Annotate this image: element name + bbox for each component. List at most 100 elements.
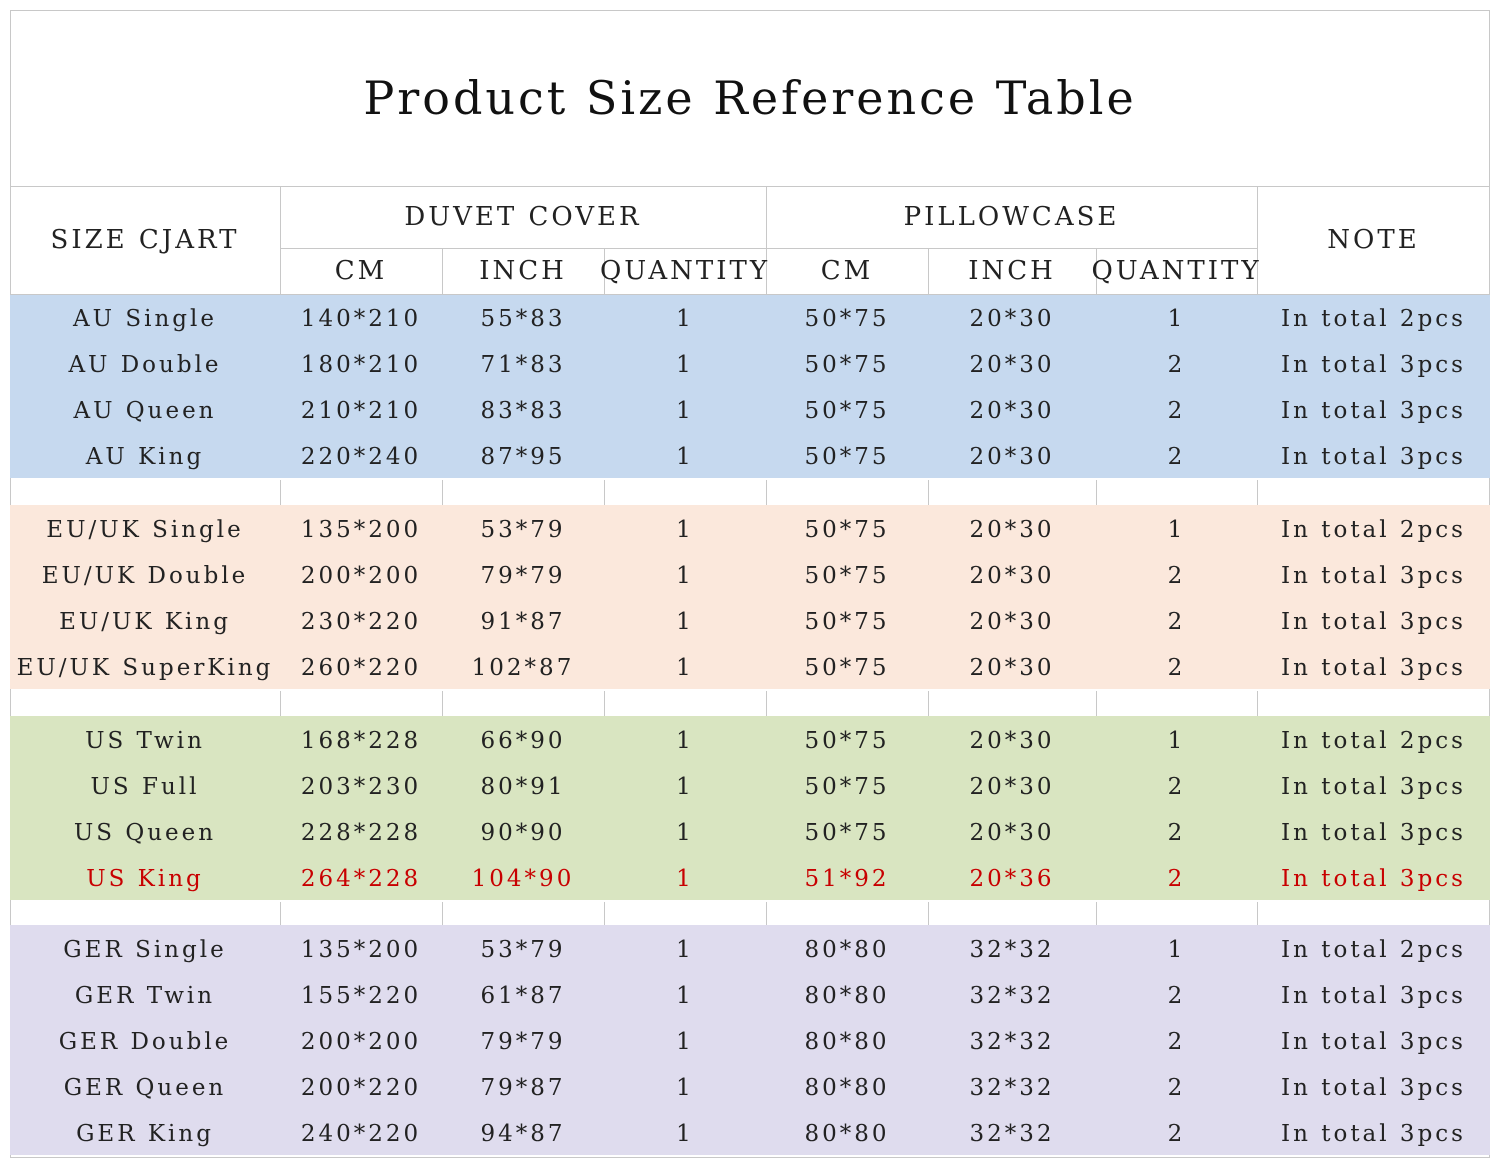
cell-note: In total 3pcs xyxy=(1281,1075,1466,1101)
cell-pillow-quantity: 2 xyxy=(1167,820,1186,846)
cell-size-name: EU/UK Double xyxy=(41,563,249,589)
cell-pillow-inch: 20*30 xyxy=(969,728,1055,754)
cell-duvet-inch: 53*79 xyxy=(480,937,566,963)
cell-pillow-cm: 50*75 xyxy=(804,563,890,589)
column-divider xyxy=(604,691,605,716)
cell-size-name: AU Queen xyxy=(73,398,217,424)
cell-duvet-quantity: 1 xyxy=(676,306,694,332)
cell-duvet-quantity: 1 xyxy=(676,655,694,681)
cell-duvet-inch: 79*79 xyxy=(480,1029,566,1055)
cell-duvet-inch: 53*79 xyxy=(480,517,566,543)
cell-note: In total 3pcs xyxy=(1281,1029,1466,1055)
column-divider xyxy=(1257,480,1258,505)
cell-duvet-quantity: 1 xyxy=(676,866,694,892)
header-duvet-inch: INCH xyxy=(479,256,567,286)
cell-pillow-inch: 20*30 xyxy=(969,774,1055,800)
cell-size-name: GER Queen xyxy=(63,1075,227,1101)
table-row: GER Double 200*200 79*79 1 80*80 32*32 2 In tot… xyxy=(10,1019,1490,1065)
header-pillow-cm: CM xyxy=(820,256,874,286)
table-row: GER King 240*220 94*87 1 80*80 32*32 2 In total… xyxy=(10,1111,1490,1157)
cell-duvet-inch: 87*95 xyxy=(480,444,566,470)
header-pillow-quantity: QUANTITY xyxy=(1091,256,1262,286)
cell-pillow-quantity: 1 xyxy=(1167,937,1186,963)
cell-duvet-cm: 135*200 xyxy=(300,517,422,543)
table-row: US Twin 168*228 66*90 1 50*75 20*30 1 In total … xyxy=(10,718,1490,764)
cell-duvet-quantity: 1 xyxy=(676,517,694,543)
cell-note: In total 2pcs xyxy=(1281,306,1466,332)
cell-size-name: GER Twin xyxy=(74,983,216,1009)
cell-pillow-cm: 50*75 xyxy=(804,444,890,470)
column-divider xyxy=(928,902,929,925)
cell-pillow-quantity: 2 xyxy=(1167,1121,1186,1147)
cell-size-name: US Full xyxy=(90,774,200,800)
cell-pillow-quantity: 1 xyxy=(1167,306,1186,332)
column-divider xyxy=(442,691,443,716)
cell-duvet-quantity: 1 xyxy=(676,1075,694,1101)
cell-pillow-quantity: 2 xyxy=(1167,774,1186,800)
cell-pillow-inch: 20*30 xyxy=(969,398,1055,424)
cell-pillow-inch: 32*32 xyxy=(969,937,1055,963)
table-row: EU/UK SuperKing 260*220 102*87 1 50*75 20*30 2… xyxy=(10,645,1490,691)
column-divider xyxy=(928,691,929,716)
cell-note: In total 3pcs xyxy=(1281,444,1466,470)
cell-duvet-quantity: 1 xyxy=(676,1121,694,1147)
cell-pillow-inch: 20*30 xyxy=(969,563,1055,589)
cell-pillow-cm: 51*92 xyxy=(804,866,890,892)
cell-duvet-cm: 135*200 xyxy=(300,937,422,963)
header-note: NOTE xyxy=(1327,225,1420,255)
cell-duvet-quantity: 1 xyxy=(676,352,694,378)
cell-pillow-inch: 20*30 xyxy=(969,820,1055,846)
cell-duvet-quantity: 1 xyxy=(676,1029,694,1055)
header-duvet-cm: CM xyxy=(334,256,388,286)
cell-duvet-inch: 83*83 xyxy=(480,398,566,424)
cell-pillow-quantity: 2 xyxy=(1167,655,1186,681)
cell-duvet-inch: 71*83 xyxy=(480,352,566,378)
cell-pillow-inch: 32*32 xyxy=(969,1029,1055,1055)
column-divider xyxy=(442,902,443,925)
cell-duvet-inch: 90*90 xyxy=(480,820,566,846)
column-divider xyxy=(280,902,281,925)
cell-pillow-inch: 32*32 xyxy=(969,1121,1055,1147)
row-divider xyxy=(10,294,1490,295)
cell-pillow-cm: 50*75 xyxy=(804,774,890,800)
header-duvet-cover: DUVET COVER xyxy=(404,202,642,232)
cell-duvet-quantity: 1 xyxy=(676,937,694,963)
column-divider xyxy=(280,691,281,716)
cell-duvet-quantity: 1 xyxy=(676,398,694,424)
table-row: US Queen 228*228 90*90 1 50*75 20*30 2 In total… xyxy=(10,810,1490,856)
cell-pillow-cm: 50*75 xyxy=(804,306,890,332)
cell-note: In total 3pcs xyxy=(1281,983,1466,1009)
cell-duvet-cm: 260*220 xyxy=(300,655,422,681)
cell-duvet-cm: 168*228 xyxy=(300,728,422,754)
cell-pillow-quantity: 2 xyxy=(1167,866,1186,892)
column-divider xyxy=(1096,480,1097,505)
cell-size-name: GER Double xyxy=(58,1029,232,1055)
cell-size-name: AU Single xyxy=(73,306,217,332)
cell-duvet-quantity: 1 xyxy=(676,728,694,754)
cell-duvet-quantity: 1 xyxy=(676,774,694,800)
table-row: EU/UK Double 200*200 79*79 1 50*75 20*30 2 In t… xyxy=(10,553,1490,599)
table-row: AU Single 140*210 55*83 1 50*75 20*30 1 In tota… xyxy=(10,296,1490,342)
cell-note: In total 3pcs xyxy=(1281,398,1466,424)
cell-duvet-inch: 102*87 xyxy=(471,655,575,681)
page-title: Product Size Reference Table xyxy=(363,71,1137,125)
cell-note: In total 3pcs xyxy=(1281,774,1466,800)
cell-size-name: US Queen xyxy=(73,820,217,846)
cell-duvet-inch: 91*87 xyxy=(480,609,566,635)
column-divider xyxy=(280,480,281,505)
cell-pillow-quantity: 2 xyxy=(1167,563,1186,589)
cell-size-name: EU/UK SuperKing xyxy=(16,655,274,681)
cell-duvet-cm: 240*220 xyxy=(300,1121,422,1147)
cell-duvet-quantity: 1 xyxy=(676,820,694,846)
table-row: EU/UK King 230*220 91*87 1 50*75 20*30 2 In tot… xyxy=(10,599,1490,645)
cell-size-name: US Twin xyxy=(85,728,205,754)
cell-size-name: EU/UK Single xyxy=(46,517,244,543)
cell-pillow-cm: 50*75 xyxy=(804,728,890,754)
cell-duvet-inch: 80*91 xyxy=(480,774,566,800)
column-divider xyxy=(604,480,605,505)
cell-size-name: US King xyxy=(86,866,204,892)
header-size-chart: SIZE CJART xyxy=(50,225,240,255)
cell-pillow-quantity: 1 xyxy=(1167,728,1186,754)
cell-duvet-cm: 200*200 xyxy=(300,563,422,589)
cell-duvet-cm: 155*220 xyxy=(300,983,422,1009)
